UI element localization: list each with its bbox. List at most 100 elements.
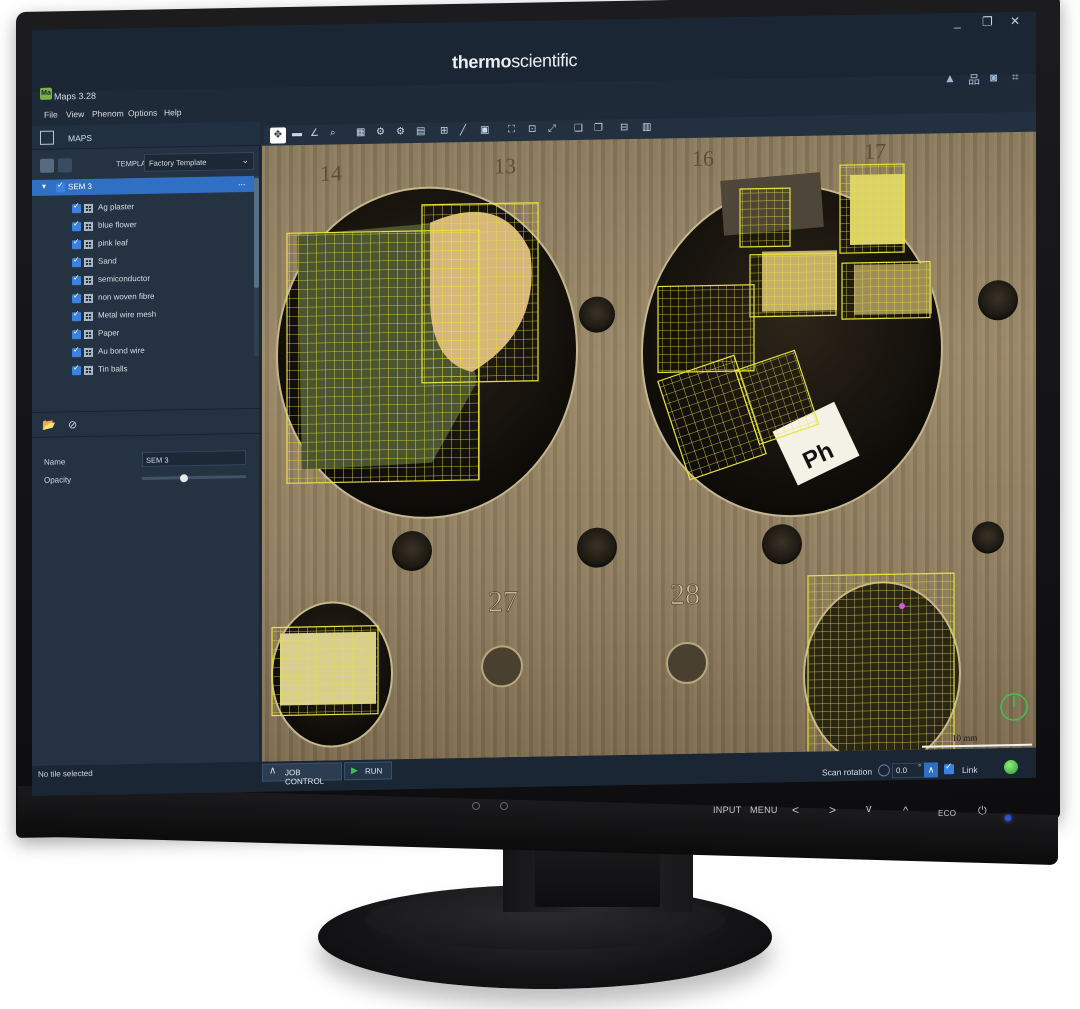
tile-set-overlay[interactable] xyxy=(657,284,755,374)
layer-checkbox[interactable] xyxy=(72,348,81,358)
menu-phenom[interactable]: Phenom xyxy=(92,108,124,119)
app-icon: Ma xyxy=(40,87,52,100)
link-checkbox[interactable] xyxy=(944,764,954,775)
menu-options[interactable]: Options xyxy=(128,108,157,119)
document-tool-icon[interactable]: ▣ xyxy=(480,125,489,136)
grid-tool-icon[interactable]: ▤ xyxy=(416,126,425,137)
tile-set-overlay[interactable] xyxy=(739,187,791,248)
rotation-up-button[interactable]: ∧ xyxy=(924,762,938,778)
layer-checkbox[interactable] xyxy=(72,312,81,322)
name-label: Name xyxy=(44,457,66,467)
tree-scrollbar-thumb[interactable] xyxy=(254,177,259,288)
pin-hole xyxy=(579,296,615,333)
tile-set-overlay[interactable] xyxy=(841,260,931,320)
expand-arrow-icon[interactable]: ▾ xyxy=(42,182,46,191)
monitor-power-button[interactable]: ⏻ xyxy=(978,805,987,818)
pin-hole xyxy=(392,531,432,572)
fit-tool-icon[interactable]: ⛶ xyxy=(508,124,515,135)
app-title: Maps 3.28 xyxy=(54,90,97,102)
product-photo: INPUT MENU < > v ^ ECO ⏻ thermoscientifi… xyxy=(0,0,1080,1009)
tile-set-icon xyxy=(84,311,93,322)
settings-icon[interactable]: ⌗ xyxy=(1012,70,1019,85)
rotation-dial-icon[interactable] xyxy=(878,764,890,777)
layer-label: Ag plaster xyxy=(98,202,135,212)
layer-label: Sand xyxy=(98,256,117,266)
play-icon: ▶ xyxy=(351,765,358,776)
tree-root-sem3[interactable]: ▾ SEM 3 ... xyxy=(32,175,254,196)
layer-checkbox[interactable] xyxy=(72,276,81,286)
monitor-input-button[interactable]: INPUT xyxy=(713,805,742,815)
minimize-button[interactable]: _ xyxy=(954,15,961,29)
monitor-menu-button[interactable]: MENU xyxy=(750,805,778,815)
left-panel: MAPS TEMPLATE Factory Template ⌄ ▾ SEM 3… xyxy=(32,121,260,766)
expand-tool-icon[interactable]: ⤢ xyxy=(548,123,556,134)
pan-tool-icon[interactable]: ✥ xyxy=(270,127,286,144)
map-canvas[interactable]: 14 13 16 17 27 28 Ph 10 mm xyxy=(262,131,1036,762)
center-tool-icon[interactable]: ⊡ xyxy=(528,124,536,135)
export-tool-icon[interactable]: ▥ xyxy=(642,122,651,133)
layer-item[interactable]: Tin balls xyxy=(32,358,254,380)
tile-set-overlay[interactable] xyxy=(421,202,539,384)
layer-checkbox[interactable] xyxy=(72,330,81,340)
ruler-tool-icon[interactable]: ▬ xyxy=(292,128,302,139)
monitor-down-button[interactable]: v xyxy=(866,803,872,815)
template-select[interactable]: Factory Template ⌄ xyxy=(144,151,254,172)
restore-button[interactable]: ❐ xyxy=(982,14,993,28)
layer-checkbox[interactable] xyxy=(72,366,81,376)
folder-open-icon[interactable]: 📂 xyxy=(42,419,56,432)
pin-hole xyxy=(577,527,617,568)
layers-tool-icon[interactable]: ❏ xyxy=(574,123,583,134)
opacity-label: Opacity xyxy=(44,475,72,485)
menu-file[interactable]: File xyxy=(44,110,58,120)
connection-status-icon xyxy=(1004,759,1018,775)
zoom-tool-icon[interactable]: ⌕ xyxy=(330,127,336,138)
pin-hole xyxy=(972,521,1004,554)
copy-tool-icon[interactable]: ❐ xyxy=(594,123,603,134)
network-icon[interactable]: 品 xyxy=(968,71,980,88)
monitor-left-button[interactable]: < xyxy=(792,803,799,817)
pin-hole xyxy=(978,280,1018,321)
line-tool-icon[interactable]: ╱ xyxy=(460,125,466,136)
run-button[interactable]: ▶ RUN xyxy=(344,761,392,781)
monitor-eco-button[interactable]: ECO xyxy=(938,809,956,818)
name-field[interactable]: SEM 3 xyxy=(142,450,246,467)
layer-label: non woven fibre xyxy=(98,291,155,302)
job-control-button[interactable]: ∧ JOB CONTROL xyxy=(262,762,342,786)
scan-rotation-label: Scan rotation xyxy=(822,766,873,778)
link-label: Link xyxy=(962,764,978,775)
tile-set-tool-icon[interactable]: ▦ xyxy=(356,127,365,138)
stub-number: 17 xyxy=(864,138,886,163)
add-tool-icon[interactable]: ⊞ xyxy=(440,125,448,136)
camera-icon[interactable]: ◙ xyxy=(990,70,997,84)
opacity-slider-thumb[interactable] xyxy=(179,474,188,483)
auto-tool-icon[interactable]: ⚙ xyxy=(396,126,405,137)
menu-view[interactable]: View xyxy=(66,109,84,119)
sensor-dot-icon xyxy=(500,802,508,810)
tile-set-overlay[interactable] xyxy=(807,572,955,755)
screen: thermoscientific _ ❐ ✕ Ma Maps 3.28 ▲ 品 … xyxy=(32,11,1036,796)
tile-set-overlay[interactable] xyxy=(839,163,905,254)
layer-checkbox[interactable] xyxy=(72,240,81,250)
pin-hole xyxy=(762,524,802,565)
more-icon[interactable]: ... xyxy=(238,177,246,187)
monitor-right-button[interactable]: > xyxy=(829,803,836,817)
import-tool-icon[interactable]: ⊟ xyxy=(620,122,628,133)
close-button[interactable]: ✕ xyxy=(1010,14,1020,28)
layer-checkbox[interactable] xyxy=(72,294,81,304)
tile-set-overlay[interactable] xyxy=(749,252,837,318)
opacity-slider[interactable] xyxy=(142,475,246,480)
angle-tool-icon[interactable]: ∠ xyxy=(310,128,319,139)
user-icon[interactable]: ▲ xyxy=(944,71,956,85)
panel-toggle-icon[interactable] xyxy=(40,130,54,145)
compass-icon[interactable]: ⊘ xyxy=(68,418,77,431)
menu-help[interactable]: Help xyxy=(164,107,181,117)
tile-set-overlay[interactable] xyxy=(271,625,379,717)
layer-checkbox[interactable] xyxy=(72,204,81,214)
layer-checkbox[interactable] xyxy=(72,258,81,268)
snake-tool-icon[interactable]: ⚙ xyxy=(376,127,385,138)
monitor-up-button[interactable]: ^ xyxy=(903,805,908,817)
layer-checkbox[interactable] xyxy=(72,222,81,232)
tile-set-icon xyxy=(84,203,93,214)
sem3-checkbox[interactable] xyxy=(56,183,65,193)
tile-set-icon xyxy=(84,347,93,358)
